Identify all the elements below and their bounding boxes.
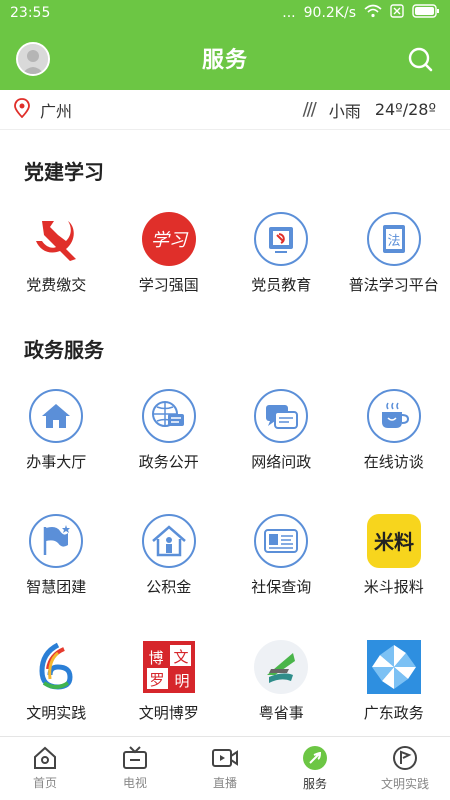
rain-icon: /// <box>302 99 317 120</box>
svg-text:法: 法 <box>387 234 400 249</box>
gov-open-button[interactable]: 政务公开 <box>113 387 226 472</box>
gov-grid-row-1: 办事大厅 政务公开 网络问政 在线访谈 <box>0 387 450 472</box>
civilization-boluo-label: 文明博罗 <box>138 704 199 722</box>
service-hall-button[interactable]: 办事大厅 <box>0 387 113 472</box>
gov-grid-row-2: 智慧团建 公积金 社保查询 米料 米斗报料 <box>0 512 450 597</box>
civilization-practice-button[interactable]: 文明实践 <box>0 638 113 723</box>
tab-tv-label: 电视 <box>122 776 147 790</box>
xuexi-button[interactable]: 学习 学习强国 <box>113 210 226 295</box>
tab-tv[interactable]: 电视 <box>90 737 180 800</box>
party-fee-button[interactable]: 党费缴交 <box>0 210 113 295</box>
housing-fund-button[interactable]: 公积金 <box>113 512 226 597</box>
midou-report-label: 米斗报料 <box>363 578 424 596</box>
status-dots: ... <box>282 5 296 21</box>
tab-home-label: 首页 <box>32 776 57 790</box>
social-security-icon <box>252 512 310 570</box>
wifi-icon <box>364 4 382 22</box>
party-education-button[interactable]: 党员教育 <box>225 210 338 295</box>
boluo-glyph-1: 博 <box>148 649 163 667</box>
law-learning-icon: 法 <box>365 210 423 268</box>
law-learning-label: 普法学习平台 <box>348 276 439 294</box>
party-flag-icon <box>27 210 85 268</box>
section-title-gov: 政务服务 <box>24 338 104 362</box>
tab-home[interactable]: 首页 <box>0 737 90 800</box>
status-time: 23:55 <box>10 5 51 21</box>
gov-grid-row-3: 文明实践 博 文 罗 明 文明博罗 粤省事 广东政务 <box>0 638 450 723</box>
sim-off-icon <box>390 4 404 22</box>
weather-info: /// 小雨 24º/28º <box>303 98 436 122</box>
tab-civilization[interactable]: 文明实践 <box>360 737 450 800</box>
tab-service[interactable]: 服务 <box>270 737 360 800</box>
smart-league-icon <box>27 512 85 570</box>
section-title-party: 党建学习 <box>24 160 104 184</box>
midou-glyph: 米料 <box>374 530 414 554</box>
tab-service-label: 服务 <box>302 777 327 791</box>
service-hall-icon <box>27 387 85 445</box>
svg-text:学习: 学习 <box>151 230 189 251</box>
app-header: 服务 <box>0 26 450 90</box>
party-education-label: 党员教育 <box>251 276 312 294</box>
service-icon <box>303 746 327 770</box>
xuexi-qiangguo-icon: 学习 <box>140 210 198 268</box>
xuexi-label: 学习强国 <box>138 276 199 294</box>
party-grid: 党费缴交 学习 学习强国 党员教育 法 普法学习平台 <box>0 210 450 295</box>
boluo-glyph-2: 文 <box>173 648 188 666</box>
weather-text: 小雨 <box>328 101 361 121</box>
home-icon <box>34 746 56 769</box>
housing-fund-icon <box>140 512 198 570</box>
online-inquiry-icon <box>252 387 310 445</box>
battery-icon <box>412 4 440 22</box>
bottom-tab-bar: 首页 电视 直播 服务 文明实践 <box>0 736 450 800</box>
online-inquiry-button[interactable]: 网络问政 <box>225 387 338 472</box>
live-icon <box>212 749 238 767</box>
social-security-label: 社保查询 <box>251 578 312 596</box>
location-bar: 广州 /// 小雨 24º/28º <box>0 90 450 130</box>
civilization-boluo-icon: 博 文 罗 明 <box>140 638 198 696</box>
housing-fund-label: 公积金 <box>146 578 192 596</box>
avatar-icon[interactable] <box>16 42 50 76</box>
civilization-boluo-button[interactable]: 博 文 罗 明 文明博罗 <box>113 638 226 723</box>
gov-open-label: 政务公开 <box>138 453 199 471</box>
service-hall-label: 办事大厅 <box>26 453 87 471</box>
party-fee-label: 党费缴交 <box>26 276 87 294</box>
guangdong-gov-button[interactable]: 广东政务 <box>338 638 450 723</box>
tab-civilization-label: 文明实践 <box>380 777 429 791</box>
search-icon[interactable] <box>406 45 434 73</box>
midou-report-icon: 米料 <box>365 512 423 570</box>
smart-league-button[interactable]: 智慧团建 <box>0 512 113 597</box>
temperature: 24º/28º <box>374 100 436 119</box>
tab-live-label: 直播 <box>212 776 237 790</box>
city-name[interactable]: 广州 <box>40 98 72 122</box>
law-learning-button[interactable]: 法 普法学习平台 <box>338 210 450 295</box>
online-interview-icon <box>365 387 423 445</box>
gov-open-icon <box>140 387 198 445</box>
smart-league-label: 智慧团建 <box>26 578 87 596</box>
civilization-practice-icon <box>27 638 85 696</box>
tv-icon <box>123 746 147 769</box>
location-pin-icon[interactable] <box>14 97 30 122</box>
guangdong-gov-icon <box>365 638 423 696</box>
status-speed: 90.2K/s <box>303 5 356 21</box>
civilization-practice-label: 文明实践 <box>26 704 87 722</box>
social-security-button[interactable]: 社保查询 <box>225 512 338 597</box>
party-education-icon <box>252 210 310 268</box>
online-interview-label: 在线访谈 <box>363 453 424 471</box>
yue-sheng-shi-label: 粤省事 <box>258 704 304 722</box>
guangdong-gov-label: 广东政务 <box>363 704 424 722</box>
yue-sheng-shi-button[interactable]: 粤省事 <box>225 638 338 723</box>
yue-sheng-shi-icon <box>252 638 310 696</box>
midou-report-button[interactable]: 米料 米斗报料 <box>338 512 450 597</box>
online-inquiry-label: 网络问政 <box>251 453 312 471</box>
boluo-glyph-4: 明 <box>174 672 189 690</box>
page-title: 服务 <box>201 48 248 73</box>
online-interview-button[interactable]: 在线访谈 <box>338 387 450 472</box>
tab-live[interactable]: 直播 <box>180 737 270 800</box>
civilization-icon <box>393 746 417 770</box>
status-bar: 23:55 ... 90.2K/s <box>0 0 450 26</box>
boluo-glyph-3: 罗 <box>149 671 164 689</box>
